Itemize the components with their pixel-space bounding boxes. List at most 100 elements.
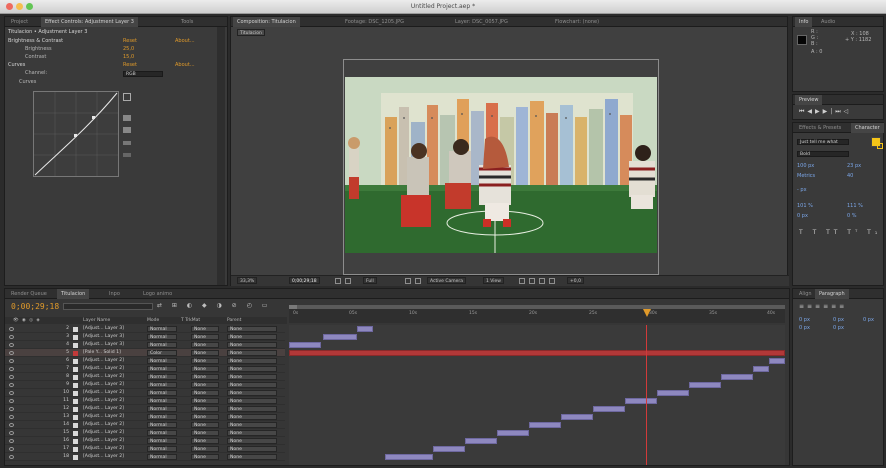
col-mode[interactable]: Mode [147,318,159,323]
parent-dropdown[interactable]: None [227,326,277,332]
layer-name[interactable]: [Pale Y... Solid 1] [83,349,143,357]
track-matte-dropdown[interactable]: None [191,342,219,348]
blend-mode-dropdown[interactable]: Normal [147,454,177,460]
time-ruler[interactable]: 0s 05s 10s 15s 20s 25s 30s 35s 40s [289,305,785,323]
track-matte-dropdown[interactable]: None [191,430,219,436]
parent-dropdown[interactable]: None [227,430,277,436]
visibility-eye-icon[interactable] [9,351,14,355]
layer-row[interactable]: 17 [Adjust... Layer 2] Normal None None [5,445,285,453]
track-matte-dropdown[interactable]: None [191,398,219,404]
parent-dropdown[interactable]: None [227,382,277,388]
track-matte-dropdown[interactable]: None [191,350,219,356]
blend-mode-dropdown[interactable]: Normal [147,398,177,404]
toggle-pixel-aspect-icon[interactable] [519,278,525,284]
blend-mode-dropdown[interactable]: Normal [147,422,177,428]
stroke-color-swatch[interactable] [877,143,883,149]
current-time-display[interactable]: 0;00;29;18 [289,277,320,284]
region-of-interest-icon[interactable] [405,278,411,284]
baseline-shift-field[interactable]: 0 px [797,213,808,220]
layer-name[interactable]: [Adjust... Layer 2] [83,429,143,437]
tab-info[interactable]: Info [795,17,813,27]
open-curve-icon[interactable] [123,115,131,121]
contrast-value[interactable]: 15,0 [123,54,134,61]
layer-label-color[interactable] [73,359,78,364]
layer-duration-bar[interactable] [769,358,785,364]
parent-dropdown[interactable]: None [227,358,277,364]
parent-dropdown[interactable]: None [227,422,277,428]
layer-name[interactable]: [Adjust... Layer 3] [83,333,143,341]
tab-paragraph[interactable]: Paragraph [815,289,849,299]
layer-name[interactable]: [Adjust... Layer 2] [83,413,143,421]
visibility-eye-icon[interactable] [9,375,14,379]
col-trkmat[interactable]: T TrkMat [181,318,200,323]
layer-duration-bar[interactable] [593,406,625,412]
layer-duration-bar[interactable] [323,334,357,340]
solid-layer-bar[interactable] [289,350,785,356]
layer-name[interactable]: [Adjust... Layer 3] [83,325,143,333]
reset-brightness-button[interactable]: Reset [123,38,137,45]
about-curves-button[interactable]: About... [175,62,195,69]
tab-audio[interactable]: Audio [817,17,839,27]
work-area-start-handle[interactable] [289,305,297,309]
visibility-eye-icon[interactable] [9,399,14,403]
layer-name[interactable]: [Adjust... Layer 2] [83,437,143,445]
track-matte-dropdown[interactable]: None [191,382,219,388]
tab-tools[interactable]: Tools [177,17,197,27]
tab-footage[interactable]: Footage: DSC_1205.JPG [341,17,408,27]
smooth-curve-icon[interactable] [123,141,131,145]
layer-duration-bar[interactable] [385,454,433,460]
visibility-eye-icon[interactable] [9,367,14,371]
layer-row[interactable]: 6 [Adjust... Layer 2] Normal None None [5,357,285,365]
visibility-eye-icon[interactable] [9,335,14,339]
font-family-dropdown[interactable]: Just tell me what [797,139,849,145]
blend-mode-dropdown[interactable]: Normal [147,446,177,452]
horizontal-scale-field[interactable]: 111 % [847,203,863,210]
track-matte-dropdown[interactable]: None [191,406,219,412]
kerning-field[interactable]: Metrics [797,173,815,180]
visibility-eye-icon[interactable] [9,455,14,459]
layer-row[interactable]: 15 [Adjust... Layer 2] Normal None None [5,429,285,437]
layer-name[interactable]: [Adjust... Layer 2] [83,453,143,461]
layer-duration-bar[interactable] [529,422,561,428]
resolution-dropdown[interactable]: Full [363,277,377,284]
blend-mode-dropdown[interactable]: Normal [147,334,177,340]
visibility-eye-icon[interactable] [9,359,14,363]
track-matte-dropdown[interactable]: None [191,390,219,396]
paragraph-align-buttons[interactable]: ≡≡≡≡≡≡ [799,303,847,310]
preview-controls[interactable]: ⏮◀▶▶|⏭◁ [799,108,851,116]
tsume-field[interactable]: 0 % [847,213,857,220]
layer-label-color[interactable] [73,455,78,460]
reset-curves-button[interactable]: Reset [123,62,137,69]
parent-dropdown[interactable]: None [227,438,277,444]
layer-label-color[interactable] [73,351,78,356]
tab-layer[interactable]: Layer: DSC_0057.JPG [451,17,512,27]
timeline-timecode[interactable]: 0;00;29;18 [11,302,59,311]
timeline-switch-icons[interactable]: ⇄ ⊞ ◐ ◆ ◑ ⊘ ◴ ▭ [157,302,271,309]
col-layer-name[interactable]: Layer Name [83,318,110,323]
layer-name[interactable]: [Adjust... Layer 2] [83,373,143,381]
tab-titulacion-timeline[interactable]: Titulacion [57,289,90,299]
layer-duration-bar[interactable] [497,430,529,436]
vertical-scale-field[interactable]: 101 % [797,203,813,210]
layer-label-color[interactable] [73,423,78,428]
track-area[interactable] [289,325,785,465]
effect-curves[interactable]: Curves [8,62,25,69]
blend-mode-dropdown[interactable]: Normal [147,366,177,372]
tab-logo-animo[interactable]: Logo animo [139,289,176,299]
parent-dropdown[interactable]: None [227,398,277,404]
save-curve-icon[interactable] [123,127,131,133]
col-parent[interactable]: Parent [227,318,241,323]
effect-controls-scrollbar[interactable] [217,27,225,285]
parent-dropdown[interactable]: None [227,366,277,372]
visibility-eye-icon[interactable] [9,431,14,435]
blend-mode-dropdown[interactable]: Normal [147,342,177,348]
indent-left-field[interactable]: 0 px [799,317,810,324]
track-matte-dropdown[interactable]: None [191,438,219,444]
layer-row[interactable]: 18 [Adjust... Layer 2] Normal None None [5,453,285,461]
layer-row[interactable]: 11 [Adjust... Layer 2] Normal None None [5,397,285,405]
reset-curve-icon[interactable] [123,153,131,157]
blend-mode-dropdown[interactable]: Normal [147,382,177,388]
layer-row[interactable]: 10 [Adjust... Layer 2] Normal None None [5,389,285,397]
layer-name[interactable]: [Adjust... Layer 2] [83,405,143,413]
channel-dropdown[interactable]: RGB [123,71,163,77]
